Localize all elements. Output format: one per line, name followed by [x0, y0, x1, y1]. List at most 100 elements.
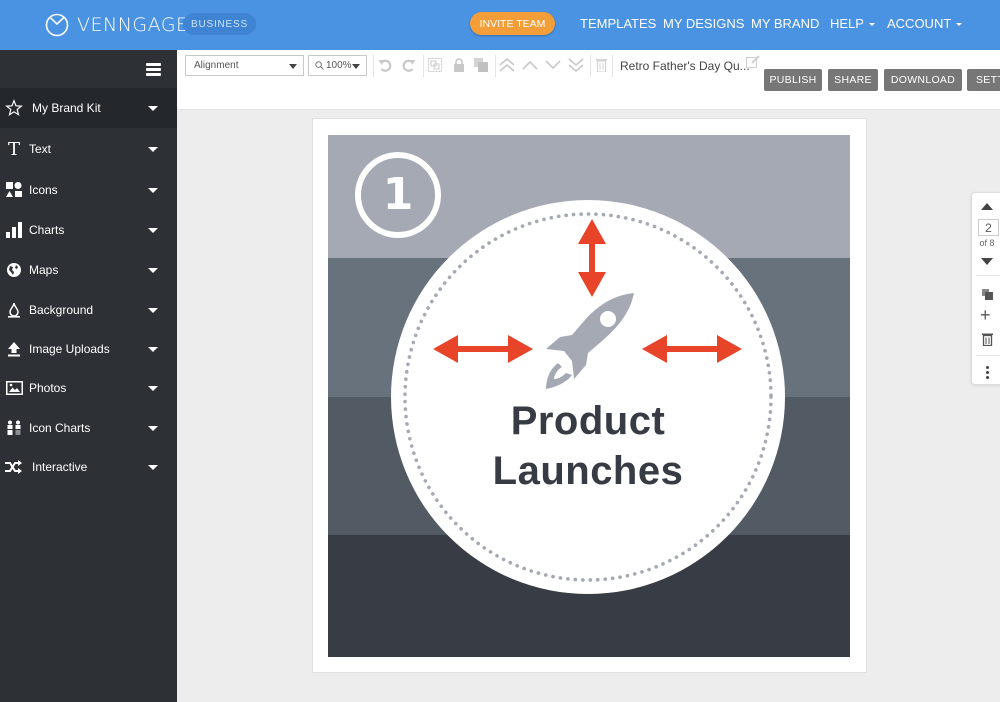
- divider: [590, 55, 591, 77]
- rocket-icon[interactable]: [536, 291, 641, 391]
- vertical-double-arrow-icon[interactable]: [576, 217, 608, 299]
- editor-toolbar: Alignment 100% Retro Father's Day Qu...: [177, 50, 1000, 110]
- divider: [976, 355, 1000, 356]
- page-total: of 8: [979, 238, 995, 248]
- next-page-icon[interactable]: [981, 258, 993, 265]
- sidebar-item-label: Icons: [29, 183, 58, 197]
- publish-button[interactable]: PUBLISH: [764, 69, 822, 91]
- bring-to-front-icon[interactable]: [499, 57, 515, 73]
- shuffle-icon: [5, 458, 23, 476]
- add-page-icon[interactable]: +: [980, 306, 991, 324]
- previous-page-icon[interactable]: [981, 203, 993, 210]
- share-button[interactable]: SHARE: [828, 69, 878, 91]
- divider: [495, 55, 496, 77]
- redo-icon[interactable]: [400, 57, 416, 73]
- right-double-arrow-icon[interactable]: [640, 333, 744, 365]
- caret-down-icon: [148, 347, 158, 352]
- undo-icon[interactable]: [377, 57, 393, 73]
- left-double-arrow-icon[interactable]: [431, 333, 535, 365]
- headline-line-2[interactable]: Launches: [438, 449, 738, 494]
- nav-label: MY BRAND: [751, 16, 820, 31]
- sidebar-item-maps[interactable]: Maps: [0, 250, 177, 290]
- nav-my-brand[interactable]: MY BRAND: [751, 16, 819, 31]
- plan-badge: BUSINESS: [183, 13, 256, 35]
- divider: [612, 55, 613, 77]
- nav-account[interactable]: ACCOUNT: [887, 16, 963, 31]
- photo-icon: [5, 379, 23, 397]
- delete-page-icon[interactable]: [982, 333, 993, 351]
- nav-label: HELP: [830, 16, 864, 31]
- bring-forward-icon[interactable]: [522, 57, 538, 73]
- zoom-value: 100%: [326, 60, 352, 71]
- sidebar-item-icons[interactable]: Icons: [0, 170, 177, 210]
- sidebar-item-image-uploads[interactable]: Image Uploads: [0, 329, 177, 369]
- page-navigator: 2 of 8 +: [971, 192, 1000, 385]
- divider: [976, 275, 1000, 276]
- sidebar-item-label: Image Uploads: [29, 342, 110, 356]
- zoom-select[interactable]: 100%: [308, 55, 367, 76]
- nav-help[interactable]: HELP: [830, 16, 875, 31]
- hamburger-menu-icon[interactable]: [146, 63, 161, 76]
- sidebar-item-photos[interactable]: Photos: [0, 368, 177, 408]
- magnifier-icon: [315, 61, 324, 70]
- brand-name: VENNGAGE: [77, 14, 189, 36]
- sidebar-item-background[interactable]: Background: [0, 290, 177, 330]
- invite-team-button[interactable]: INVITE TEAM: [470, 12, 555, 35]
- design-canvas[interactable]: 1 Product Launches: [328, 135, 850, 657]
- trash-icon[interactable]: [593, 57, 609, 73]
- document-title[interactable]: Retro Father's Day Qu...: [620, 59, 750, 73]
- sidebar-item-interactive[interactable]: Interactive: [0, 447, 177, 487]
- lock-icon[interactable]: [451, 57, 467, 73]
- venngage-logo-icon: [45, 13, 69, 37]
- divider: [423, 55, 424, 77]
- group-icon[interactable]: [427, 57, 443, 73]
- bar-chart-icon: [5, 221, 23, 239]
- nav-label: TEMPLATES: [580, 16, 657, 31]
- caret-down-icon: [289, 64, 297, 69]
- sidebar-item-label: My Brand Kit: [32, 101, 101, 115]
- caret-down-icon: [148, 386, 158, 391]
- nav-templates[interactable]: TEMPLATES: [580, 16, 656, 31]
- download-button[interactable]: DOWNLOAD: [884, 69, 962, 91]
- caret-down-icon: [148, 188, 158, 193]
- sidebar: My Brand Kit T Text Icons Charts Maps Ba…: [0, 50, 177, 702]
- settings-button[interactable]: SETT: [967, 69, 1000, 91]
- divider: [373, 55, 374, 77]
- nav-label: ACCOUNT: [887, 16, 952, 31]
- people-chart-icon: [5, 419, 23, 437]
- sidebar-item-charts[interactable]: Charts: [0, 210, 177, 250]
- sidebar-item-icon-charts[interactable]: Icon Charts: [0, 408, 177, 448]
- text-icon: T: [7, 138, 20, 160]
- sidebar-item-text[interactable]: T Text: [0, 129, 177, 169]
- drop-icon: [5, 301, 23, 319]
- caret-down-icon: [148, 426, 158, 431]
- sidebar-item-label: Interactive: [32, 460, 88, 474]
- page-number-input[interactable]: 2: [978, 219, 999, 236]
- caret-down-icon: [148, 268, 158, 273]
- caret-down-icon: [148, 147, 158, 152]
- sidebar-item-label: Icon Charts: [29, 421, 91, 435]
- alignment-select[interactable]: Alignment: [185, 55, 304, 76]
- alignment-value: Alignment: [194, 60, 239, 71]
- sidebar-item-label: Text: [29, 142, 52, 156]
- upload-icon: [5, 340, 23, 358]
- edit-title-icon[interactable]: [745, 54, 761, 70]
- chevron-down-icon: [868, 23, 875, 27]
- caret-down-icon: [352, 64, 360, 69]
- send-backward-icon[interactable]: [545, 57, 561, 73]
- sidebar-item-label: Charts: [29, 223, 65, 237]
- caret-down-icon: [148, 106, 158, 111]
- nav-label: MY DESIGNS: [663, 16, 745, 31]
- chevron-down-icon: [956, 23, 963, 27]
- star-icon: [5, 99, 23, 117]
- more-options-icon[interactable]: [986, 366, 989, 379]
- brand-logo[interactable]: VENNGAGE: [45, 12, 189, 38]
- duplicate-icon[interactable]: [473, 57, 489, 73]
- send-to-back-icon[interactable]: [568, 57, 584, 73]
- copy-page-icon[interactable]: [982, 287, 993, 305]
- nav-my-designs[interactable]: MY DESIGNS: [663, 16, 744, 31]
- sidebar-item-label: Maps: [29, 263, 59, 277]
- sidebar-item-my-brand-kit[interactable]: My Brand Kit: [0, 88, 177, 128]
- globe-icon: [5, 261, 23, 279]
- headline-line-1[interactable]: Product: [438, 399, 738, 444]
